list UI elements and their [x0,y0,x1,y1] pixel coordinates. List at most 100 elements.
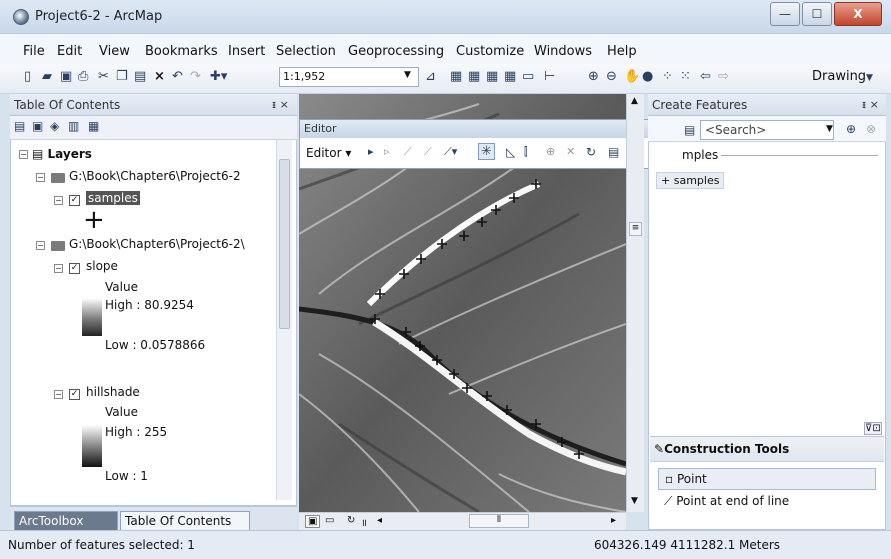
redo-icon[interactable]: ↷ [190,69,201,84]
tool-point[interactable]: ▫ Point [658,468,876,490]
layout-view-icon[interactable]: ▣ [305,515,321,528]
template-samples[interactable]: + samples [656,172,725,189]
attributes-icon[interactable]: ▤ [608,145,619,159]
trace-icon[interactable]: ⟋▾ [444,145,457,159]
split-tool-icon[interactable]: ✕ [566,145,575,158]
print-icon[interactable]: ⎙ [78,69,88,84]
catalog-window-icon[interactable]: ▦ [468,69,480,84]
menu-windows[interactable]: Windows [534,44,592,59]
point-tool-icon[interactable]: ✳ [478,143,495,160]
new-document-icon[interactable]: ▯ [24,69,31,84]
undo-icon[interactable]: ↶ [172,69,183,84]
menu-insert[interactable]: Insert [228,44,265,59]
fixed-zoom-out-icon[interactable]: ⁙ [680,69,691,84]
refresh-icon[interactable]: ↻ [347,515,355,526]
panel-splitter-icon[interactable]: ⊽⊡ [864,422,882,435]
menu-edit[interactable]: Edit [57,44,82,59]
search-dropdown-icon[interactable]: ▼ [826,124,833,134]
tool-point-at-end-of-line[interactable]: ⟋ Point at end of line [658,491,876,513]
menu-selection[interactable]: Selection [276,44,336,59]
slope-visibility-checkbox[interactable]: ✓ [69,263,80,274]
collapse-icon[interactable]: − [36,173,45,182]
editor-toolbar-icon[interactable]: ⊿ [425,69,436,84]
clear-search-icon[interactable]: ⊗ [866,122,876,136]
search-icon[interactable]: ⊕ [846,122,856,136]
scroll-thumb[interactable]: ⦀ [469,514,529,528]
layers-data-frame[interactable]: ▤ Layers [32,147,92,161]
tab-table-of-contents[interactable]: Table Of Contents [120,511,250,531]
menu-geoprocessing[interactable]: Geoprocessing [348,44,444,59]
edit-vertices-icon[interactable]: ◺ [506,145,515,159]
data-view-icon[interactable]: ▭ [325,515,334,526]
map-horizontal-scrollbar[interactable]: ▣ ▭ ↻ ॥ ◂ ⦀ ▸ [299,512,626,530]
back-extent-icon[interactable]: ⇦ [700,69,711,84]
map-vertical-scrollbar[interactable]: ▲ ≡ ▼ [626,94,644,512]
toc-window-icon[interactable]: ▦ [450,69,462,84]
zoom-in-icon[interactable]: ⊕ [588,69,599,84]
samples-visibility-checkbox[interactable]: ✓ [69,195,80,206]
list-by-visibility-icon[interactable]: ◈ [50,119,59,133]
menu-bookmarks[interactable]: Bookmarks [145,44,218,59]
collapse-icon[interactable]: − [54,264,63,273]
menu-customize[interactable]: Customize [456,44,524,59]
model-builder-icon[interactable]: ⊢ [544,69,555,84]
cut-icon[interactable]: ✂ [98,69,109,84]
edit-annotation-icon[interactable]: ▹ [384,145,390,158]
search-window-icon[interactable]: ▦ [486,69,498,84]
python-window-icon[interactable]: ▭ [522,69,534,84]
copy-icon[interactable]: ❐ [116,69,128,84]
pause-drawing-icon[interactable]: ॥ [361,515,367,529]
paste-icon[interactable]: ▤ [134,69,146,84]
toc-pin-close[interactable]: ᵻ × [272,98,289,111]
menu-file[interactable]: File [23,44,45,59]
editor-menu-button[interactable]: Editor ▾ [306,146,351,160]
collapse-icon[interactable]: − [54,390,63,399]
fixed-zoom-in-icon[interactable]: ⁘ [662,69,673,84]
scroll-right-icon[interactable]: ▸ [611,515,616,526]
scroll-down-icon[interactable]: ▼ [631,496,638,506]
create-features-pin-close[interactable]: ᵻ × [862,98,879,111]
forward-extent-icon[interactable]: ⇨ [718,69,729,84]
reshape-feature-icon[interactable]: ⫿ [524,145,528,159]
endpoint-arc-icon[interactable]: ⟋ [424,145,432,159]
save-icon[interactable]: ▣ [60,69,72,84]
organize-templates-icon[interactable]: ▤ [684,123,695,137]
pan-icon[interactable]: ✋ [624,69,640,84]
template-search-input[interactable]: <Search> [700,120,834,140]
rotate-tool-icon[interactable]: ↻ [586,145,596,159]
delete-icon[interactable]: × [154,69,165,84]
slope-layer[interactable]: slope [86,259,118,273]
scale-dropdown-icon[interactable]: ▼ [404,70,411,80]
drawing-menu[interactable]: Drawing [812,69,866,84]
scroll-left-icon[interactable]: ◂ [377,515,382,526]
collapse-icon[interactable]: − [54,196,63,205]
collapse-icon[interactable]: − [19,150,28,159]
toc-scrollbar-thumb[interactable] [279,159,290,329]
map-scale-input[interactable]: 1:1,952 [279,67,419,87]
scroll-thumb[interactable]: ≡ [629,222,642,236]
source-path-1[interactable]: G:\Book\Chapter6\Project6-2 [69,169,241,183]
list-by-drawing-order-icon[interactable]: ▤ [14,119,25,133]
menu-help[interactable]: Help [607,44,637,59]
edit-tool-icon[interactable]: ▸ [368,145,374,158]
hillshade-visibility-checkbox[interactable]: ✓ [69,389,80,400]
scroll-up-icon[interactable]: ▲ [631,96,638,106]
options-icon[interactable]: ▦ [88,119,99,133]
open-icon[interactable]: ▰ [42,69,52,84]
list-by-source-icon[interactable]: ▣ [32,119,43,133]
minimize-button[interactable]: — [770,2,800,26]
maximize-button[interactable]: ☐ [802,2,832,26]
close-button[interactable]: X [834,2,882,26]
hillshade-layer[interactable]: hillshade [86,385,140,399]
straight-segment-icon[interactable]: ⟋ [404,145,412,159]
tab-arctoolbox[interactable]: ArcToolbox [14,511,118,531]
cut-polygons-icon[interactable]: ⊕ [546,145,555,158]
arctoolbox-icon[interactable]: ▦ [504,69,516,84]
source-path-2[interactable]: G:\Book\Chapter6\Project6-2\ [69,237,245,251]
menu-view[interactable]: View [99,44,130,59]
drawing-dropdown-icon[interactable]: ▼ [866,73,873,83]
editor-toolbar-titlebar[interactable]: Editor▾ × [300,120,681,138]
full-extent-icon[interactable]: ● [642,69,653,84]
add-data-icon[interactable]: ✚▾ [210,69,227,84]
samples-layer[interactable]: samples [86,191,140,205]
